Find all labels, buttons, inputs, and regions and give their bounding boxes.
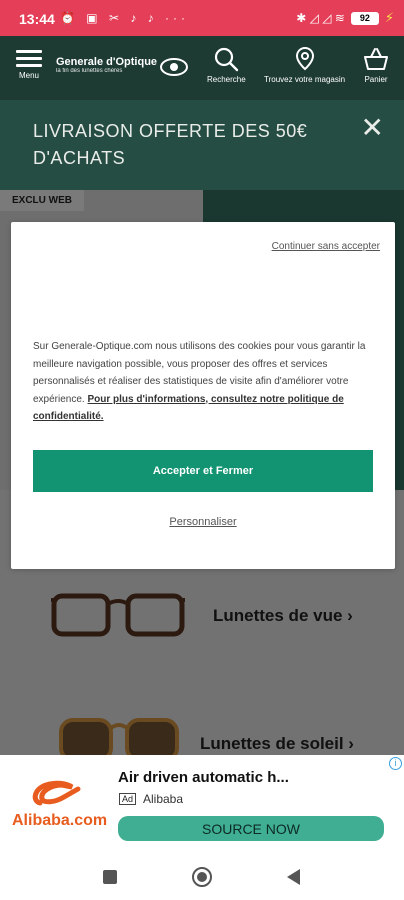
category-label: Lunettes de soleil › bbox=[200, 734, 354, 753]
cookie-message: Sur Generale-Optique.com nous utilisons … bbox=[33, 338, 375, 426]
category-eyeglasses[interactable]: Lunettes de vue › bbox=[0, 572, 404, 672]
ad-title: Air driven automatic h... bbox=[118, 769, 289, 786]
customize-link[interactable]: Personnaliser bbox=[11, 516, 395, 528]
cart-button[interactable]: Panier bbox=[362, 46, 390, 84]
alibaba-logo-icon bbox=[32, 780, 81, 806]
exclusive-badge: EXCLU WEB bbox=[0, 190, 84, 211]
store-locator-button[interactable]: Trouvez votre magasin bbox=[264, 46, 345, 84]
search-label: Recherche bbox=[207, 75, 246, 84]
eye-logo-icon bbox=[160, 58, 188, 76]
source-now-button[interactable]: SOURCE NOW bbox=[118, 816, 384, 841]
menu-button[interactable]: Menu bbox=[16, 48, 42, 80]
close-icon[interactable]: ✕ bbox=[361, 114, 384, 142]
cookie-consent-dialog: Continuer sans accepter Sur Generale-Opt… bbox=[11, 222, 395, 569]
status-right: ✱ ◿ ◿ ≋ 92 ⚡ bbox=[296, 10, 394, 26]
eyeglasses-image bbox=[50, 590, 186, 640]
menu-label: Menu bbox=[18, 71, 39, 80]
battery-icon: 92 bbox=[350, 11, 379, 25]
map-pin-icon bbox=[295, 46, 314, 71]
alibaba-logo: Alibaba.com bbox=[12, 779, 112, 839]
site-logo[interactable]: Generale d'Optique la fin des lunettes c… bbox=[56, 56, 188, 76]
cart-label: Panier bbox=[364, 75, 388, 84]
charging-icon: ⚡ bbox=[384, 10, 394, 25]
alibaba-wordmark: Alibaba.com bbox=[12, 812, 108, 829]
basket-icon bbox=[364, 48, 388, 70]
site-header: Menu Generale d'Optique la fin des lunet… bbox=[0, 36, 404, 100]
promo-text: LIVRAISON OFFERTE DES 50€ D'ACHATS bbox=[33, 121, 308, 168]
category-label: Lunettes de vue › bbox=[213, 606, 353, 625]
status-time: 13:44 bbox=[19, 11, 55, 27]
system-nav-bar bbox=[0, 860, 404, 900]
ad-label: Ad bbox=[119, 793, 137, 805]
recents-icon[interactable] bbox=[103, 870, 117, 884]
signal-icons: ✱ ◿ ◿ ≋ bbox=[296, 11, 345, 25]
stores-label: Trouvez votre magasin bbox=[264, 75, 346, 84]
ad-brand: Alibaba bbox=[143, 792, 184, 806]
info-icon[interactable]: i bbox=[389, 757, 402, 770]
accept-and-close-button[interactable]: Accepter et Fermer bbox=[33, 450, 373, 492]
search-button[interactable]: Recherche bbox=[207, 46, 246, 84]
status-bar: 13:44 ⏰ ▣ ✂ ♪ ♪ ··· ✱ ◿ ◿ ≋ 92 ⚡ bbox=[0, 0, 404, 36]
continue-without-accepting-link[interactable]: Continuer sans accepter bbox=[272, 241, 380, 252]
home-icon[interactable] bbox=[192, 867, 212, 887]
back-icon[interactable] bbox=[287, 869, 300, 885]
search-icon bbox=[215, 47, 239, 72]
notification-icons: ⏰ ▣ ✂ ♪ ♪ ··· bbox=[60, 11, 189, 25]
logo-tagline: la fin des lunettes chères bbox=[56, 68, 123, 74]
logo-name: Generale d'Optique bbox=[56, 56, 158, 68]
ad-banner[interactable]: Alibaba.com Air driven automatic h... Ad… bbox=[0, 755, 404, 860]
hamburger-icon bbox=[16, 48, 42, 68]
promo-banner: LIVRAISON OFFERTE DES 50€ D'ACHATS ✕ bbox=[0, 100, 404, 190]
